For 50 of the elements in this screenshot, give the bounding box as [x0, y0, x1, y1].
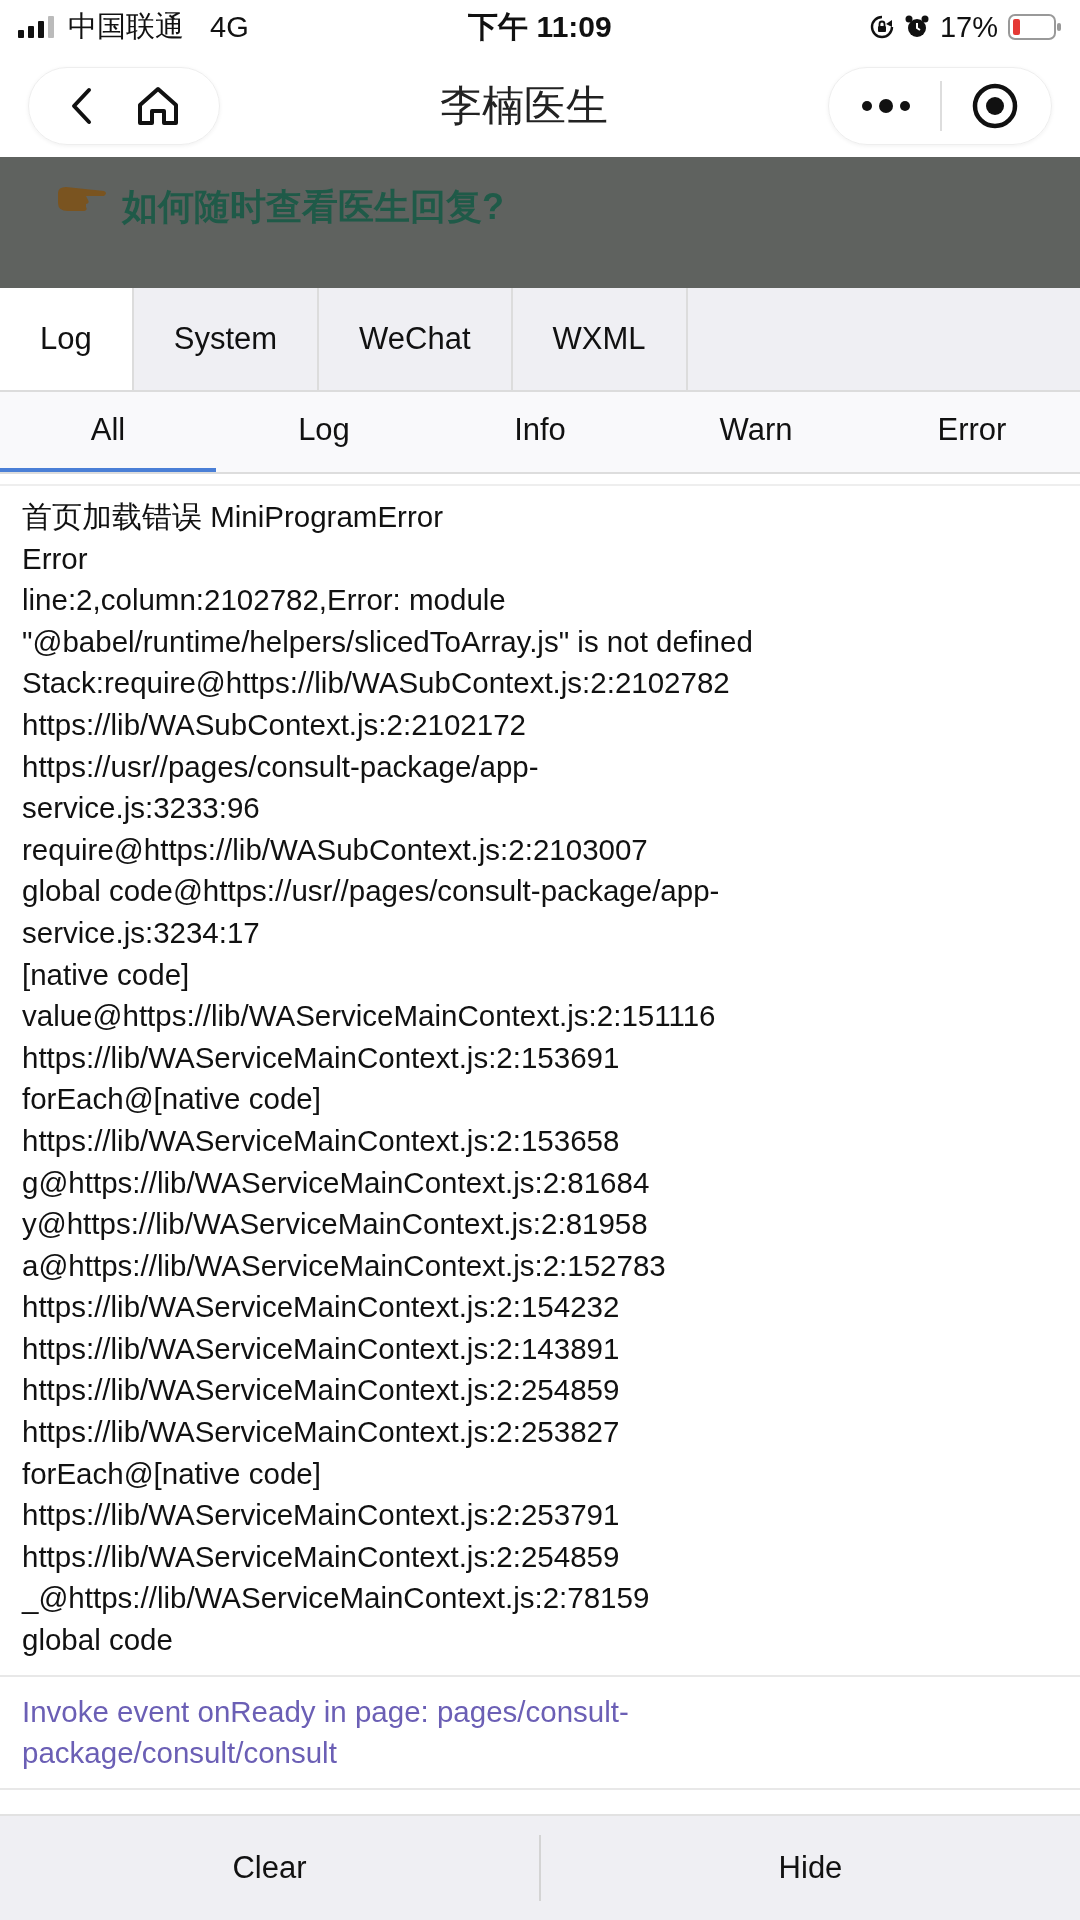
console-button[interactable]: Hide — [541, 1816, 1080, 1920]
network-type: 4G — [210, 10, 249, 44]
log-line: a@https://lib/WAServiceMainContext.js:2:152783 — [22, 1247, 667, 1284]
log-line: 首页加载错误 MiniProgramError — [22, 499, 444, 535]
log-line: Invoke event onReady in page: pages/consult- — [22, 1693, 630, 1730]
log-line: _@https://lib/WAServiceMainContext.js:2:78159 — [22, 1580, 651, 1617]
log-line: https://lib/WAServiceMainContext.js:2:154232 — [22, 1289, 621, 1326]
log-line: forEach@[native code] — [22, 1081, 322, 1118]
page-title: 李楠医生 — [440, 80, 608, 131]
clock: 下午 11:09 — [468, 8, 612, 45]
log-line: global code@https://usr//pages/consult-package/app- — [22, 873, 721, 910]
home-icon[interactable] — [135, 84, 180, 127]
log-line: https://lib/WASubContext.js:2:2102172 — [22, 706, 527, 743]
filter-tab[interactable]: Info — [432, 392, 648, 472]
battery-percent: 17% — [939, 10, 998, 44]
log-line: https://lib/WAServiceMainContext.js:2:153658 — [22, 1122, 621, 1159]
log-line: Stack:require@https://lib/WASubContext.js:2:2102782 — [22, 665, 731, 702]
log-line: global code — [22, 1622, 174, 1659]
log-line: https://lib/WAServiceMainContext.js:2:254859 — [22, 1372, 621, 1409]
log-line: service.js:3233:96 — [22, 790, 261, 827]
rotation-lock-icon — [869, 15, 894, 39]
log-line: https://usr//pages/consult-package/app- — [22, 748, 540, 785]
close-target-icon[interactable] — [970, 81, 1019, 130]
battery-icon — [1008, 14, 1062, 40]
alarm-icon — [903, 14, 930, 40]
filter-tab[interactable]: Warn — [648, 392, 864, 472]
log-line: g@https://lib/WAServiceMainContext.js:2:81684 — [22, 1164, 651, 1201]
log-line: https://lib/WAServiceMainContext.js:2:143891 — [22, 1330, 621, 1367]
log-line: package/consult/consult — [22, 1735, 338, 1772]
banner-text: 如何随时查看医生回复? — [122, 185, 504, 229]
carrier-name: 中国联通 — [68, 9, 184, 44]
filter-tab[interactable]: Log — [216, 392, 432, 472]
log-line: https://lib/WAServiceMainContext.js:2:254859 — [22, 1538, 621, 1575]
log-line: forEach@[native code] — [22, 1455, 322, 1492]
log-line: service.js:3234:17 — [22, 914, 261, 951]
log-line: line:2,column:2102782,Error: module — [22, 582, 507, 619]
log-line: [native code] — [22, 956, 191, 993]
more-icon[interactable] — [861, 97, 912, 114]
log-line: "@babel/runtime/helpers/slicedToArray.js" is not defined — [22, 623, 754, 660]
log-line: https://lib/WAServiceMainContext.js:2:253827 — [22, 1414, 621, 1451]
log-line: Error — [22, 540, 89, 577]
log-line: https://lib/WAServiceMainContext.js:2:153691 — [22, 1039, 621, 1076]
filter-tab[interactable]: All — [0, 392, 216, 472]
log-line: y@https://lib/WAServiceMainContext.js:2:81958 — [22, 1206, 649, 1243]
filter-tab[interactable]: Error — [864, 392, 1080, 472]
log-line: value@https://lib/WAServiceMainContext.js:2:151116 — [22, 998, 717, 1035]
log-line: require@https://lib/WASubContext.js:2:2103007 — [22, 831, 649, 868]
console-button[interactable]: Clear — [0, 1816, 539, 1920]
console-tab[interactable]: Log — [0, 288, 134, 390]
log-line: https://lib/WAServiceMainContext.js:2:253791 — [22, 1497, 621, 1534]
